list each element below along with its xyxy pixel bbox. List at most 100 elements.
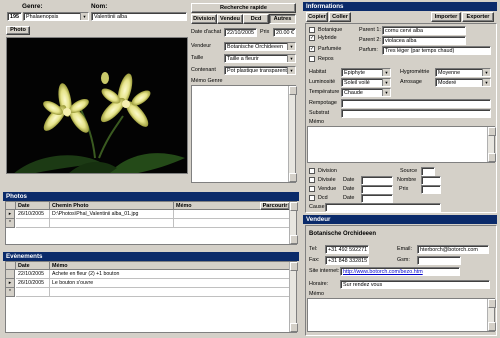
main-form: Genre: Nom: 195 Phalaenopsis ▼ Valentini… [0,0,302,338]
chevron-down-icon[interactable]: ▼ [482,79,490,86]
row-selector-new[interactable]: * [6,219,15,228]
chevron-down-icon[interactable]: ▼ [382,79,390,86]
habitat-select[interactable]: Epiphyte ▼ [341,68,391,77]
vendue-prix-field[interactable] [421,185,441,194]
divisee-date-field[interactable] [361,176,393,185]
vendeur-value: Botanische Orchideeen [227,44,284,50]
botanique-checkbox[interactable] [309,27,315,33]
event-row-memo[interactable]: Le bouton s'ouvre [50,279,290,288]
source-field[interactable] [421,167,435,176]
division-checkbox[interactable] [309,168,315,174]
vendeur-memo-scrollbar[interactable] [487,299,496,331]
photo-new-path[interactable] [50,219,174,228]
chevron-down-icon[interactable]: ▼ [80,13,88,20]
row-selector-new[interactable]: * [6,288,15,297]
event-row-date[interactable]: 26/10/2005 [16,279,50,288]
events-col-memo[interactable]: Mémo [50,262,290,270]
dcd-date-field[interactable] [361,194,393,203]
contenant-select[interactable]: Pot plastique transparent ▼ [224,66,296,75]
dcd-checkbox[interactable] [309,195,315,201]
photos-col-date[interactable]: Date [16,202,50,210]
repos-checkbox[interactable] [309,56,315,62]
row-selector[interactable] [6,270,15,279]
taille-label: Taille [191,55,204,61]
arrosage-value: Moderé [438,80,457,86]
export-button[interactable]: Exporter [462,12,494,22]
browse-button[interactable]: Parcourir [260,202,290,210]
photo-new-memo[interactable] [174,219,290,228]
parent1-field[interactable]: cornu cervi alba [382,26,466,35]
quick-search-button[interactable]: Recherche rapide [191,3,296,13]
vendue-date-field[interactable] [361,185,393,194]
prix-field[interactable]: 20.00 € [273,28,296,37]
horaire-label: Horaire: [309,281,329,287]
event-new-date[interactable] [16,288,50,297]
parent2-field[interactable]: violacea alba [382,36,466,45]
memo-genre-field[interactable] [191,85,297,183]
nom-field[interactable]: Valentinii alba [91,12,187,21]
info-memo-field[interactable] [307,126,496,163]
tel-field[interactable]: +31 492 592271 [325,245,369,254]
tab-vendeu[interactable]: Vendeu [217,14,243,24]
gsm-field[interactable] [417,256,461,265]
row-selector-current[interactable]: ▸ [6,279,15,288]
chevron-down-icon[interactable]: ▼ [382,89,390,96]
parfumee-checkbox[interactable]: ✓ [309,46,315,52]
photo-row-date[interactable]: 26/10/2005 [16,210,50,219]
substrat-field[interactable] [341,109,491,118]
genre-value: Phalaenopsis [26,14,59,20]
nom-label: Nom: [91,3,108,10]
tab-dcd[interactable]: Dcd [243,14,269,24]
chevron-down-icon[interactable]: ▼ [287,67,295,74]
site-link[interactable]: http://www.botorch.com/bezo.htm [340,267,460,276]
taille-select[interactable]: Taille a fleurir ▼ [224,54,296,63]
gsm-label: Gsm: [397,257,410,263]
vendue-checkbox[interactable] [309,186,315,192]
vendeur-memo-field[interactable] [307,298,496,332]
chevron-down-icon[interactable]: ▼ [287,55,295,62]
photo-row-memo[interactable] [174,210,290,219]
prix-label: Prix [260,29,270,35]
copy-button[interactable]: Copier [306,12,328,22]
events-scrollbar[interactable] [289,262,298,332]
plant-number-field[interactable]: 195 [7,12,22,21]
photo-row-path[interactable]: D:\Photos\Phal_Valentinii alba_01.jpg [50,210,174,219]
email-field[interactable]: hterborch@botorch.com [417,245,489,254]
tab-photo[interactable]: Photo [6,26,30,35]
events-col-date[interactable]: Date [16,262,50,270]
horaire-field[interactable]: Sur rendez vous [340,280,490,289]
event-row-memo[interactable]: Achete en fleur (2) +1 bouton [50,270,290,279]
nombre-field[interactable] [421,176,441,185]
parfum-field[interactable]: Tres léger (par temps chaud) [382,46,491,55]
info-memo-scrollbar[interactable] [487,127,496,162]
info-panel: Informations Copier Coller Importer Expo… [303,0,500,213]
photos-scrollbar[interactable] [289,202,298,244]
vendeur-select[interactable]: Botanische Orchideeen ▼ [224,42,296,51]
arrosage-select[interactable]: Moderé ▼ [435,78,491,87]
tab-division[interactable]: Division [191,14,217,24]
photo-new-date[interactable] [16,219,50,228]
fax-field[interactable]: +31 848 332815 [325,256,369,265]
date-achat-field[interactable]: 22/10/2005 [224,28,257,37]
events-grid-corner [6,262,16,270]
event-row-date[interactable]: 22/10/2005 [16,270,50,279]
tab-autres[interactable]: Autres [269,14,296,24]
genre-select[interactable]: Phalaenopsis ▼ [23,12,89,21]
paste-button[interactable]: Coller [329,12,351,22]
divisee-checkbox[interactable] [309,177,315,183]
chevron-down-icon[interactable]: ▼ [482,69,490,76]
temperature-select[interactable]: Chaude ▼ [341,88,391,97]
cause-field[interactable] [325,203,441,212]
import-button[interactable]: Importer [431,12,461,22]
hybride-checkbox[interactable]: ✓ [309,35,315,41]
chevron-down-icon[interactable]: ▼ [287,43,295,50]
photos-col-path[interactable]: Chemin Photo [50,202,174,210]
hygrometrie-select[interactable]: Moyenne ▼ [435,68,491,77]
luminosite-select[interactable]: Soleil voilé ▼ [341,78,391,87]
event-new-memo[interactable] [50,288,290,297]
memo-genre-scrollbar[interactable] [288,86,297,182]
vendeur-label: Vendeur [191,43,212,49]
row-selector-current[interactable]: ▸ [6,210,15,219]
chevron-down-icon[interactable]: ▼ [382,69,390,76]
rempotage-field[interactable] [341,99,491,108]
